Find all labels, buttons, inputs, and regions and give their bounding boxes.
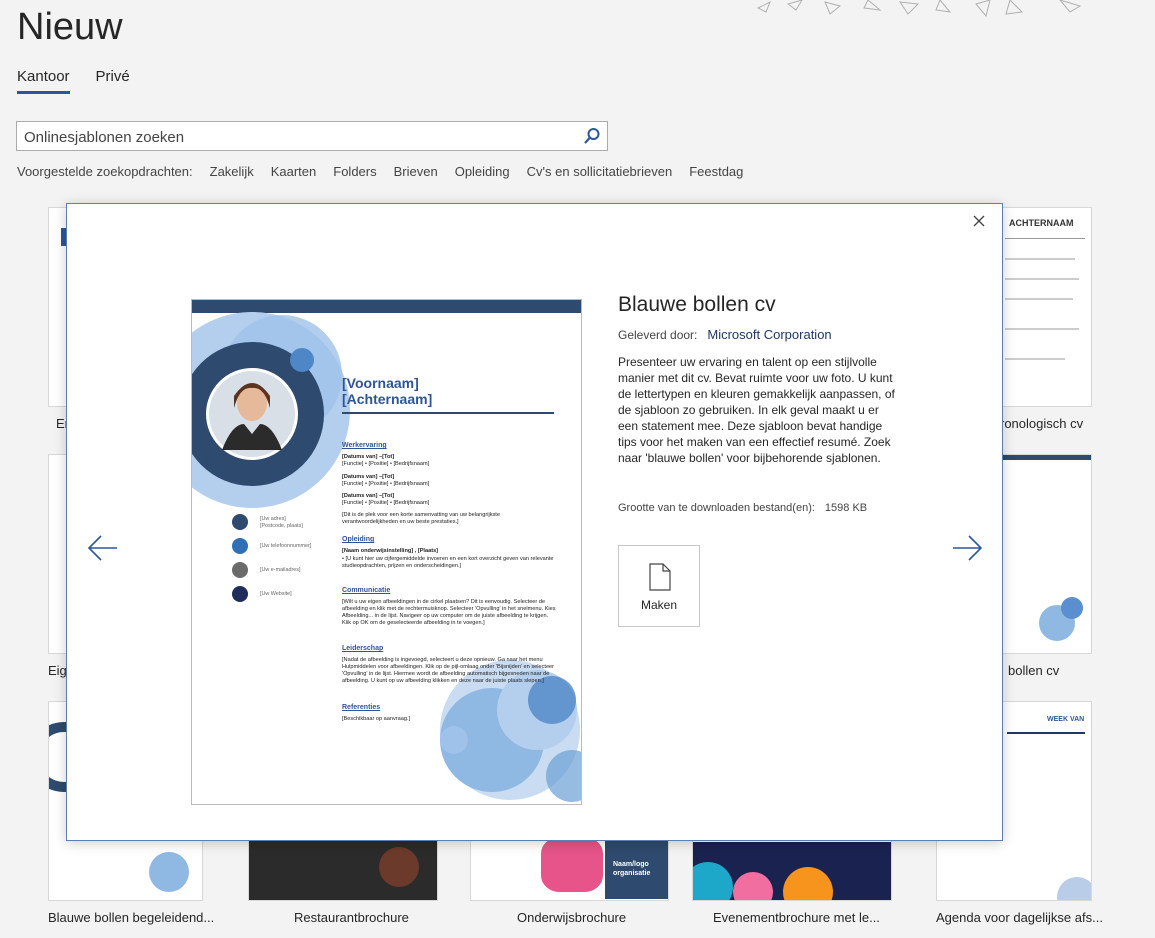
preview-side-address: [Uw adres] [Postcode, plaats]: [260, 516, 303, 530]
suggestion-folders[interactable]: Folders: [333, 164, 376, 179]
search-input[interactable]: [17, 122, 576, 152]
preview-text: [Datums van] –[Tot]: [342, 474, 395, 480]
template-preview-dialog: [Voornaam] [Achternaam] Werkervaring [Da…: [66, 203, 1003, 841]
download-size: Grootte van te downloaden bestand(en): 15…: [618, 502, 867, 514]
download-size-value: 1598 KB: [824, 502, 868, 514]
create-button[interactable]: Maken: [618, 545, 700, 627]
preview-text: [Functie] • [Positie] • [Bedrijfsnaam]: [342, 500, 430, 506]
provider-name: Microsoft Corporation: [707, 327, 832, 342]
template-caption: bollen cv: [1008, 663, 1060, 678]
suggestion-opleiding[interactable]: Opleiding: [455, 164, 510, 179]
provider-label: Geleverd door:: [618, 328, 698, 342]
tab-prive[interactable]: Privé: [96, 68, 130, 94]
template-title: Blauwe bollen cv: [618, 293, 776, 316]
arrow-left-icon[interactable]: [87, 534, 119, 562]
suggested-searches: Voorgestelde zoekopdrachten: Zakelijk Ka…: [17, 164, 743, 179]
download-size-label: Grootte van te downloaden bestand(en):: [618, 502, 815, 514]
preview-first-name: [Voornaam]: [342, 375, 419, 391]
thumb-heading: WEEK VAN: [1047, 716, 1085, 723]
preview-side-website: [Uw Website]: [260, 591, 292, 597]
template-provider: Geleverd door: Microsoft Corporation: [618, 327, 832, 342]
template-caption: ronologisch cv: [1000, 416, 1084, 431]
header-decoration: [756, 0, 1082, 18]
preview-text: [Nadat de afbeelding is ingevoegd, selec…: [342, 657, 555, 684]
tab-kantoor[interactable]: Kantoor: [17, 68, 70, 94]
preview-side-text: [Postcode, plaats]: [260, 523, 303, 529]
thumb-heading: ACHTERNAAM: [1009, 218, 1074, 228]
suggestion-cvs[interactable]: Cv's en sollicitatiebrieven: [527, 164, 673, 179]
preview-heading-werk: Werkervaring: [342, 442, 387, 449]
page-title: Nieuw: [17, 6, 123, 48]
preview-heading-communicatie: Communicatie: [342, 587, 391, 594]
preview-text: [Beschikbaar op aanvraag.]: [342, 716, 411, 722]
thumb-logo-text: Naam/logo organisatie: [613, 861, 651, 877]
preview-text: [Datums van] –[Tot]: [342, 454, 395, 460]
preview-heading-referenties: Referenties: [342, 704, 381, 711]
template-preview-image: [Voornaam] [Achternaam] Werkervaring [Da…: [191, 299, 582, 805]
template-caption: Onderwijsbrochure: [517, 910, 627, 925]
preview-side-text: [Uw adres]: [260, 516, 286, 522]
preview-heading-opleiding: Opleiding: [342, 536, 375, 543]
preview-last-name: [Achternaam]: [342, 391, 433, 407]
preview-text: [Dit is de plek voor een korte samenvatt…: [342, 512, 500, 525]
suggestion-feestdag[interactable]: Feestdag: [689, 164, 743, 179]
preview-heading-leiderschap: Leiderschap: [342, 645, 384, 652]
template-caption: Blauwe bollen begeleidend...: [48, 910, 215, 925]
preview-side-phone: [Uw telefoonnummer]: [260, 543, 312, 549]
create-button-label: Maken: [640, 598, 678, 612]
preview-text: [Wilt u uw eigen afbeeldingen in de cirk…: [342, 599, 556, 626]
preview-text: [Functie] • [Positie] • [Bedrijfsnaam]: [342, 461, 430, 467]
suggestion-kaarten[interactable]: Kaarten: [271, 164, 317, 179]
arrow-right-icon[interactable]: [951, 534, 983, 562]
preview-text: [Datums van] –[Tot]: [342, 493, 395, 499]
preview-name: [Voornaam] [Achternaam]: [342, 375, 432, 407]
search-icon[interactable]: [583, 127, 601, 145]
preview-text: • [U kunt hier uw cijfergemiddelde invoe…: [342, 556, 554, 569]
suggestion-zakelijk[interactable]: Zakelijk: [210, 164, 254, 179]
template-search-box: [16, 121, 608, 152]
template-tabs: Kantoor Privé: [17, 68, 130, 94]
preview-side-email: [Uw e-mailadres]: [260, 567, 301, 573]
close-icon[interactable]: [970, 212, 988, 230]
suggestion-brieven[interactable]: Brieven: [394, 164, 438, 179]
template-caption: Agenda voor dagelijkse afs...: [936, 910, 1103, 925]
preview-text: [Naam onderwijsinstelling] , [Plaats]: [342, 548, 439, 554]
template-caption: Restaurantbrochure: [294, 910, 409, 925]
template-caption: Evenementbrochure met le...: [713, 910, 880, 925]
template-description: Presenteer uw ervaring en talent op een …: [618, 355, 895, 465]
preview-text: [Functie] • [Positie] • [Bedrijfsnaam]: [342, 481, 430, 487]
document-icon: [649, 563, 671, 591]
suggested-searches-label: Voorgestelde zoekopdrachten:: [17, 164, 193, 179]
